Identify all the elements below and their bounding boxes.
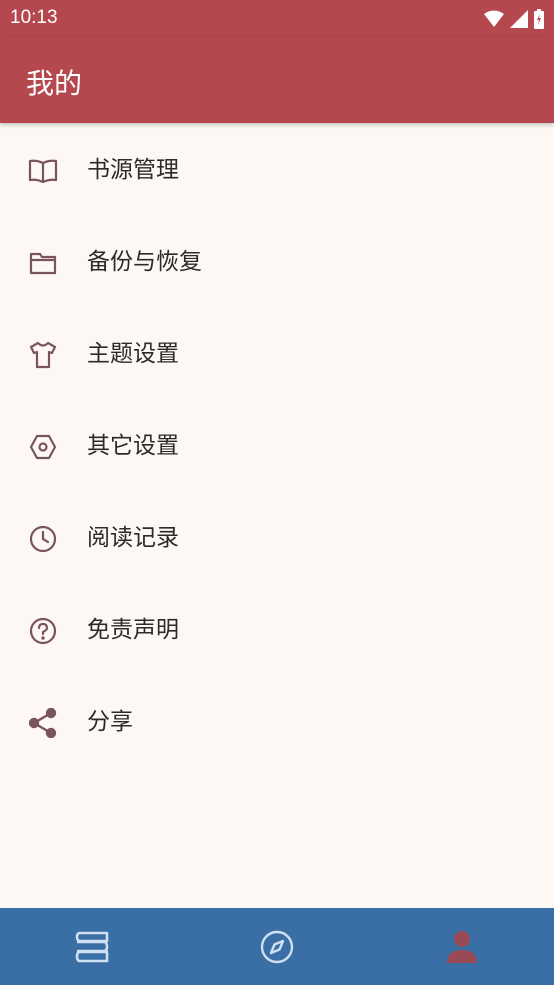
settings-menu: 书源管理 备份与恢复 主题设置 其它设置 阅读记录 免责声明 分享	[0, 124, 554, 768]
bottom-navigation	[0, 908, 554, 985]
menu-item-theme[interactable]: 主题设置	[0, 308, 554, 400]
menu-item-history[interactable]: 阅读记录	[0, 492, 554, 584]
menu-item-share[interactable]: 分享	[0, 676, 554, 768]
menu-item-label: 备份与恢复	[87, 249, 202, 275]
folder-icon	[27, 247, 59, 279]
menu-item-backup[interactable]: 备份与恢复	[0, 216, 554, 308]
menu-item-other-settings[interactable]: 其它设置	[0, 400, 554, 492]
tshirt-icon	[27, 339, 59, 371]
status-icons	[484, 8, 544, 29]
menu-item-label: 书源管理	[87, 157, 179, 183]
menu-item-label: 主题设置	[87, 341, 179, 367]
nav-bookshelf-tab[interactable]	[0, 908, 184, 985]
person-icon	[447, 930, 477, 963]
hexagon-settings-icon	[27, 431, 59, 463]
clock-icon	[27, 523, 59, 555]
menu-item-disclaimer[interactable]: 免责声明	[0, 584, 554, 676]
menu-item-label: 阅读记录	[87, 525, 179, 551]
book-open-icon	[27, 155, 59, 187]
menu-item-book-source[interactable]: 书源管理	[0, 124, 554, 216]
status-bar: 10:13	[0, 0, 554, 37]
wifi-icon	[484, 10, 504, 27]
app-bar: 我的	[0, 37, 554, 123]
page-title: 我的	[26, 67, 83, 100]
menu-item-label: 分享	[87, 709, 133, 735]
menu-item-label: 其它设置	[87, 433, 179, 459]
share-icon	[27, 707, 59, 739]
menu-item-label: 免责声明	[87, 617, 179, 643]
bookshelf-icon	[75, 931, 109, 962]
signal-icon	[510, 9, 528, 28]
status-time: 10:13	[10, 7, 58, 28]
nav-profile-tab[interactable]	[370, 908, 554, 985]
help-circle-icon	[27, 615, 59, 647]
battery-icon	[534, 8, 544, 29]
compass-icon	[260, 930, 294, 963]
nav-discover-tab[interactable]	[185, 908, 369, 985]
